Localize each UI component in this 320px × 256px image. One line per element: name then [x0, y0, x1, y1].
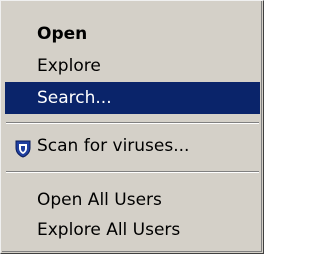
menu-item-label: Search... [37, 88, 112, 108]
menu-separator [6, 122, 259, 124]
menu-item-label: Explore All Users [37, 220, 181, 240]
shield-icon [15, 137, 31, 158]
menu-item-label: Open All Users [37, 190, 162, 210]
menu-separator [6, 171, 259, 173]
context-menu: Open Explore Search... Scan for viruses.… [0, 0, 264, 254]
menu-item-open[interactable]: Open [5, 18, 260, 50]
menu-item-label: Explore [37, 56, 101, 76]
menu-item-search[interactable]: Search... [5, 82, 260, 114]
menu-item-explore[interactable]: Explore [5, 50, 260, 82]
context-menu-body: Open Explore Search... Scan for viruses.… [2, 1, 262, 252]
menu-item-label: Open [37, 24, 88, 44]
menu-item-scan-for-viruses[interactable]: Scan for viruses... [5, 130, 260, 162]
menu-item-label: Scan for viruses... [37, 136, 190, 156]
menu-item-open-all-users[interactable]: Open All Users [5, 184, 260, 216]
menu-item-explore-all-users[interactable]: Explore All Users [5, 214, 260, 246]
